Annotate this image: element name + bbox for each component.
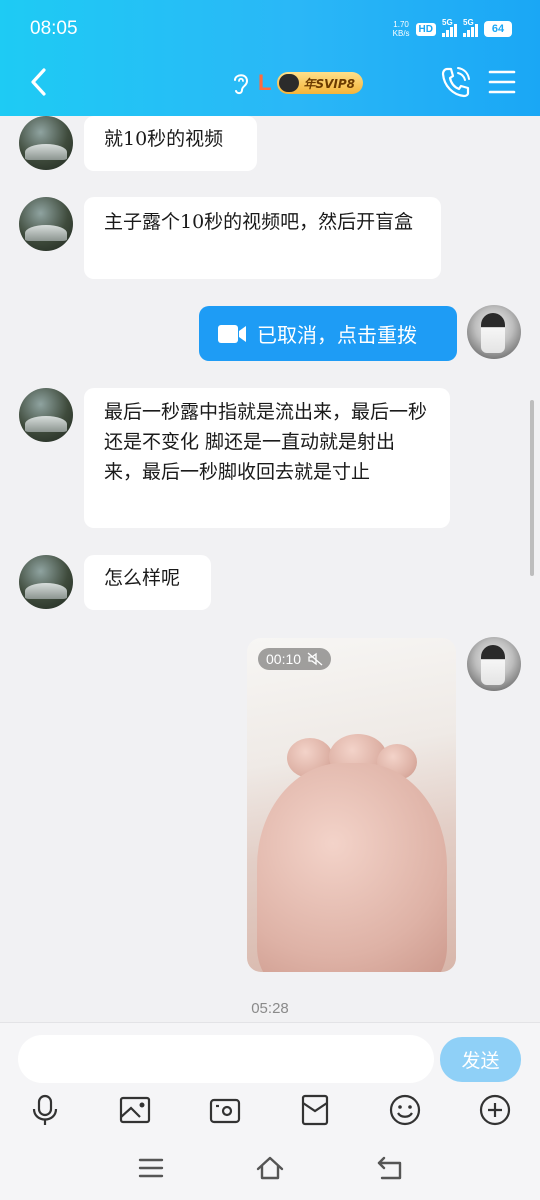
vip-crown-icon bbox=[279, 74, 300, 92]
video-call-label: 已取消，点击重拨 bbox=[257, 323, 417, 347]
hd-badge: HD bbox=[415, 22, 436, 36]
phone-icon bbox=[441, 67, 470, 98]
input-bar: 发送 bbox=[0, 1022, 540, 1138]
emoji-icon[interactable] bbox=[388, 1093, 422, 1127]
menu-lines-icon[interactable] bbox=[136, 1154, 166, 1182]
scrollbar[interactable] bbox=[530, 400, 534, 576]
home-icon[interactable] bbox=[255, 1154, 285, 1182]
top-bar: 08:05 1.70 KB/s HD 5G 5G 64 L 年SVIP8 bbox=[0, 0, 540, 116]
back-button[interactable] bbox=[24, 64, 54, 100]
contact-avatar[interactable] bbox=[19, 388, 73, 442]
muted-icon bbox=[307, 652, 323, 666]
video-message[interactable]: 00:10 bbox=[247, 638, 456, 972]
contact-avatar[interactable] bbox=[19, 116, 73, 170]
battery-icon: 64 bbox=[484, 21, 512, 37]
my-avatar[interactable] bbox=[467, 637, 521, 691]
camera-icon[interactable] bbox=[208, 1093, 242, 1127]
microphone-icon[interactable] bbox=[28, 1093, 62, 1127]
plus-icon[interactable] bbox=[478, 1093, 512, 1127]
contact-avatar[interactable] bbox=[19, 197, 73, 251]
status-icons: 1.70 KB/s HD 5G 5G 64 bbox=[393, 18, 512, 40]
vip-badge: 年SVIP8 bbox=[277, 72, 363, 94]
message-bubble[interactable]: 最后一秒露中指就是流出来，最后一秒还是不变化 脚还是一直动就是射出来，最后一秒脚… bbox=[84, 388, 450, 528]
image-icon[interactable] bbox=[118, 1093, 152, 1127]
status-time: 08:05 bbox=[30, 18, 78, 39]
red-packet-icon[interactable] bbox=[298, 1093, 332, 1127]
video-camera-icon bbox=[218, 324, 246, 343]
chat-title[interactable]: L 年SVIP8 bbox=[230, 68, 363, 98]
net-speed: 1.70 KB/s bbox=[392, 20, 410, 38]
message-input[interactable] bbox=[18, 1035, 434, 1083]
video-thumbnail-shape bbox=[257, 763, 447, 972]
video-duration-tag: 00:10 bbox=[258, 648, 332, 670]
message-bubble[interactable]: 怎么样呢 bbox=[84, 555, 211, 610]
contact-name: L bbox=[258, 70, 272, 95]
message-bubble[interactable]: 主子露个10秒的视频吧，然后开盲盒 bbox=[84, 197, 441, 279]
video-call-bubble[interactable]: 已取消，点击重拨 bbox=[199, 306, 457, 361]
chevron-left-icon bbox=[31, 68, 46, 96]
system-nav-bar bbox=[0, 1138, 540, 1200]
signal-icon: 5G bbox=[463, 18, 478, 37]
signal-icon: 5G bbox=[442, 18, 457, 37]
message-bubble[interactable]: 就10秒的视频 bbox=[84, 116, 257, 171]
back-arrow-icon[interactable] bbox=[376, 1154, 406, 1182]
contact-avatar[interactable] bbox=[19, 555, 73, 609]
voice-call-button[interactable] bbox=[440, 66, 470, 98]
send-button[interactable]: 发送 bbox=[440, 1037, 521, 1082]
menu-lines-icon bbox=[488, 70, 516, 94]
more-menu-button[interactable] bbox=[488, 68, 516, 96]
my-avatar[interactable] bbox=[467, 305, 521, 359]
message-timestamp: 05:28 bbox=[251, 1000, 289, 1017]
ear-icon bbox=[234, 74, 249, 95]
